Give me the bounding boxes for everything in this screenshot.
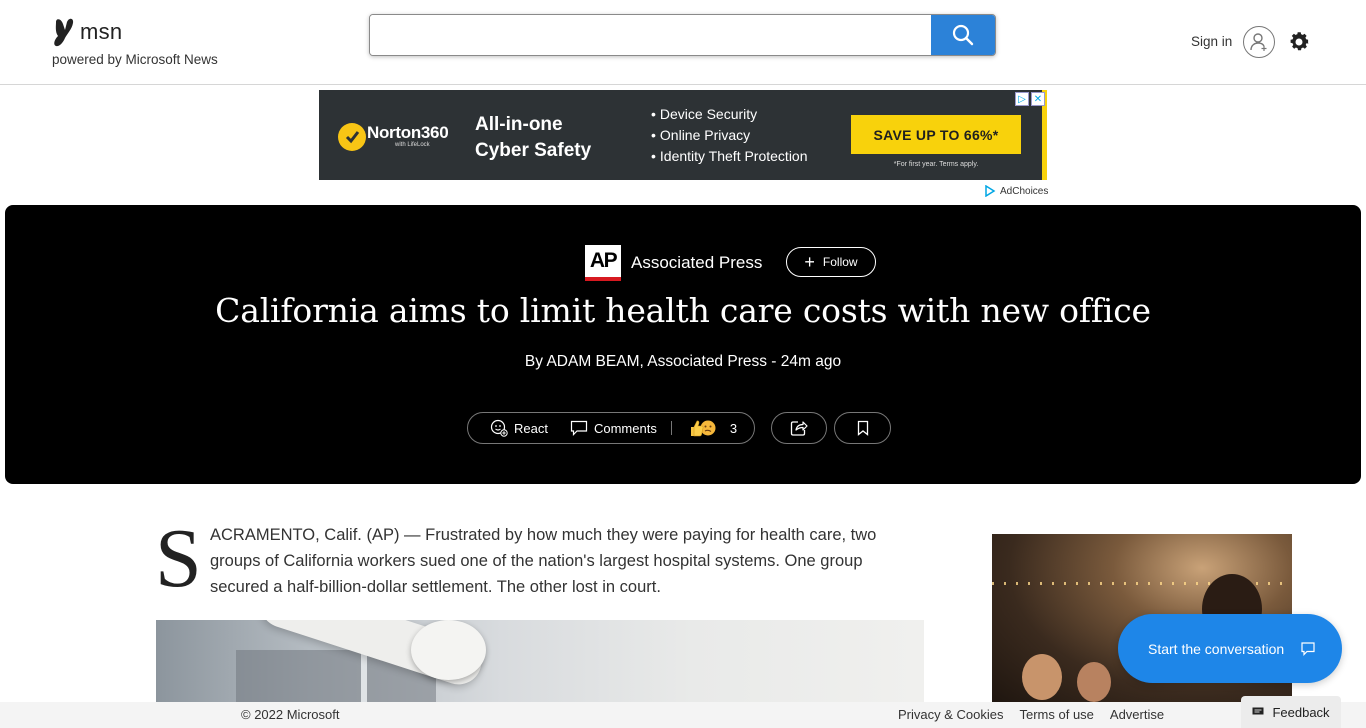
ad-headline-line1: All-in-one bbox=[475, 114, 563, 135]
footer-links: Privacy & Cookies Terms of use Advertise bbox=[898, 707, 1164, 722]
msn-logo[interactable]: msn bbox=[52, 16, 122, 48]
adchoices-icon bbox=[985, 185, 996, 197]
reaction-summary[interactable]: 3 bbox=[688, 419, 737, 437]
adchoices-link[interactable]: AdChoices bbox=[984, 185, 1048, 197]
photo-person bbox=[1077, 662, 1111, 702]
norton-check-icon bbox=[338, 123, 366, 151]
feedback-label: Feedback bbox=[1272, 704, 1330, 720]
feedback-button[interactable]: Feedback bbox=[1241, 696, 1341, 728]
search-input[interactable] bbox=[370, 15, 932, 55]
privacy-link[interactable]: Privacy & Cookies bbox=[898, 707, 1003, 722]
react-button[interactable]: React bbox=[490, 419, 548, 437]
search-bar bbox=[369, 14, 996, 56]
account-avatar-button[interactable] bbox=[1243, 26, 1275, 58]
feedback-icon bbox=[1252, 707, 1264, 715]
powered-by-text: powered by Microsoft News bbox=[52, 52, 218, 67]
ad-brand-sub: with LifeLock bbox=[395, 142, 430, 148]
ad-controls: ▷ ✕ bbox=[1015, 92, 1045, 106]
article-byline: By ADAM BEAM, Associated Press - 24m ago bbox=[524, 353, 842, 370]
photo-person bbox=[1022, 654, 1062, 700]
search-icon bbox=[952, 24, 974, 46]
save-button[interactable] bbox=[834, 412, 891, 444]
react-label: React bbox=[514, 420, 548, 436]
share-icon bbox=[790, 421, 808, 436]
terms-link[interactable]: Terms of use bbox=[1019, 707, 1093, 722]
ad-fine-print: *For first year. Terms apply. bbox=[893, 161, 979, 168]
plus-icon: + bbox=[804, 252, 815, 272]
react-emoji-icon bbox=[490, 419, 508, 437]
copyright-text: © 2022 Microsoft bbox=[241, 707, 340, 722]
ad-info-icon[interactable]: ▷ bbox=[1015, 92, 1029, 106]
ad-bullet-list: Device Security Online Privacy Identity … bbox=[651, 104, 808, 167]
ap-logo: AP bbox=[585, 245, 621, 281]
settings-gear-icon[interactable] bbox=[1287, 30, 1311, 54]
norton-ad-banner[interactable]: Norton360 with LifeLock All-in-one Cyber… bbox=[319, 90, 1047, 180]
advertise-link[interactable]: Advertise bbox=[1110, 707, 1164, 722]
follow-label: Follow bbox=[822, 255, 858, 269]
ap-logo-text: AP bbox=[589, 249, 618, 272]
source-name: Associated Press bbox=[631, 253, 763, 272]
thumbs-up-confused-emoji-icon bbox=[690, 420, 716, 437]
reaction-count: 3 bbox=[729, 420, 738, 436]
logo-text: msn bbox=[80, 19, 123, 44]
bookmark-icon bbox=[857, 420, 868, 436]
share-button[interactable] bbox=[771, 412, 827, 444]
top-header: msn powered by Microsoft News Sign in bbox=[0, 0, 1366, 85]
ad-bullet: Identity Theft Protection bbox=[651, 146, 808, 167]
search-button[interactable] bbox=[931, 15, 995, 55]
msn-butterfly-icon bbox=[54, 18, 74, 47]
ad-headline: All-in-one Cyber Safety bbox=[475, 112, 591, 164]
follow-button[interactable]: + Follow bbox=[786, 247, 876, 277]
article-lead-paragraph: ACRAMENTO, Calif. (AP) — Frustrated by h… bbox=[210, 526, 877, 596]
start-conversation-button[interactable]: Start the conversation bbox=[1118, 614, 1342, 683]
adchoices-label: AdChoices bbox=[1000, 185, 1049, 197]
page-footer: © 2022 Microsoft Privacy & Cookies Terms… bbox=[0, 696, 1366, 728]
user-icon bbox=[1250, 33, 1267, 51]
reaction-bar: React Comments 3 bbox=[467, 412, 755, 444]
photo-lamp-head bbox=[411, 620, 486, 680]
ad-bullet: Online Privacy bbox=[651, 125, 808, 146]
ad-bullet: Device Security bbox=[651, 104, 808, 125]
comments-button[interactable]: Comments bbox=[570, 420, 657, 436]
ad-headline-line2: Cyber Safety bbox=[475, 140, 592, 161]
drop-cap: S bbox=[155, 512, 202, 605]
ad-brand: Norton360 bbox=[367, 123, 449, 142]
source-info[interactable]: AP Associated Press bbox=[585, 245, 762, 281]
ad-close-icon[interactable]: ✕ bbox=[1031, 92, 1045, 106]
comments-label: Comments bbox=[593, 420, 657, 436]
article-hero: AP Associated Press + Follow California … bbox=[5, 205, 1361, 484]
article-headline: California aims to limit health care cos… bbox=[215, 291, 1151, 330]
comment-icon bbox=[570, 420, 588, 436]
chat-bubble-icon bbox=[1301, 641, 1315, 656]
chat-label: Start the conversation bbox=[1148, 640, 1285, 657]
sign-in-link[interactable]: Sign in bbox=[1191, 34, 1232, 49]
ad-cta-button[interactable]: SAVE UP TO 66%* bbox=[851, 115, 1021, 154]
divider bbox=[670, 421, 672, 435]
